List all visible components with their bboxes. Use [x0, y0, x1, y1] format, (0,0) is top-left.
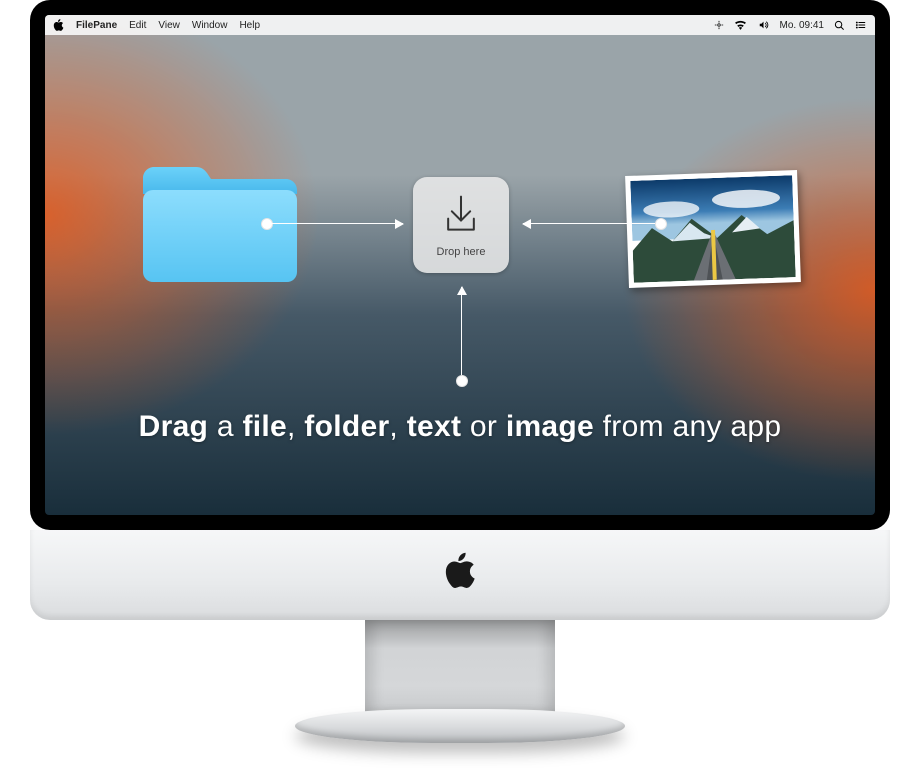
instruction-headline: Drag a file, folder, text or image from …	[45, 410, 875, 444]
arrow-from-image	[523, 223, 655, 224]
image-thumbnail[interactable]	[625, 170, 801, 288]
menu-edit[interactable]: Edit	[129, 20, 146, 31]
headline-word-folder: folder	[304, 410, 389, 443]
menu-extra-icon[interactable]	[714, 20, 724, 30]
arrow-from-text	[461, 287, 462, 375]
clock[interactable]: Mo. 09:41	[780, 20, 824, 31]
screen-bezel: FilePane Edit View Window Help	[30, 0, 890, 530]
volume-icon[interactable]	[757, 20, 770, 30]
monitor-stand-base	[295, 709, 625, 743]
apple-logo-icon	[445, 552, 475, 593]
menu-help[interactable]: Help	[239, 20, 260, 31]
drop-zone-label: Drop here	[437, 246, 486, 258]
headline-word-text: text	[407, 410, 462, 443]
drop-zone[interactable]: Drop here	[413, 177, 509, 273]
spotlight-icon[interactable]	[834, 20, 845, 31]
arrow-origin-dot	[261, 218, 273, 230]
headline-word-image: image	[506, 410, 594, 443]
menu-view[interactable]: View	[158, 20, 180, 31]
menu-window[interactable]: Window	[192, 20, 228, 31]
image-thumbnail-content	[630, 175, 795, 283]
folder-icon[interactable]	[135, 160, 305, 295]
monitor-stand-neck	[365, 620, 555, 715]
desktop-screen: FilePane Edit View Window Help	[45, 15, 875, 515]
app-name[interactable]: FilePane	[76, 20, 117, 31]
arrow-from-folder	[271, 223, 403, 224]
apple-menu-icon[interactable]	[53, 19, 64, 31]
imac-monitor: FilePane Edit View Window Help	[30, 0, 890, 743]
macos-menubar: FilePane Edit View Window Help	[45, 15, 875, 35]
arrow-origin-dot	[456, 375, 468, 387]
desktop-content: Drop here	[45, 35, 875, 515]
headline-word-file: file	[242, 410, 287, 443]
menu-list-icon[interactable]	[855, 20, 867, 30]
arrow-origin-dot	[655, 218, 667, 230]
headline-word-drag: Drag	[139, 410, 209, 443]
wifi-icon[interactable]	[734, 20, 747, 30]
monitor-chin	[30, 530, 890, 620]
download-icon	[439, 193, 483, 242]
